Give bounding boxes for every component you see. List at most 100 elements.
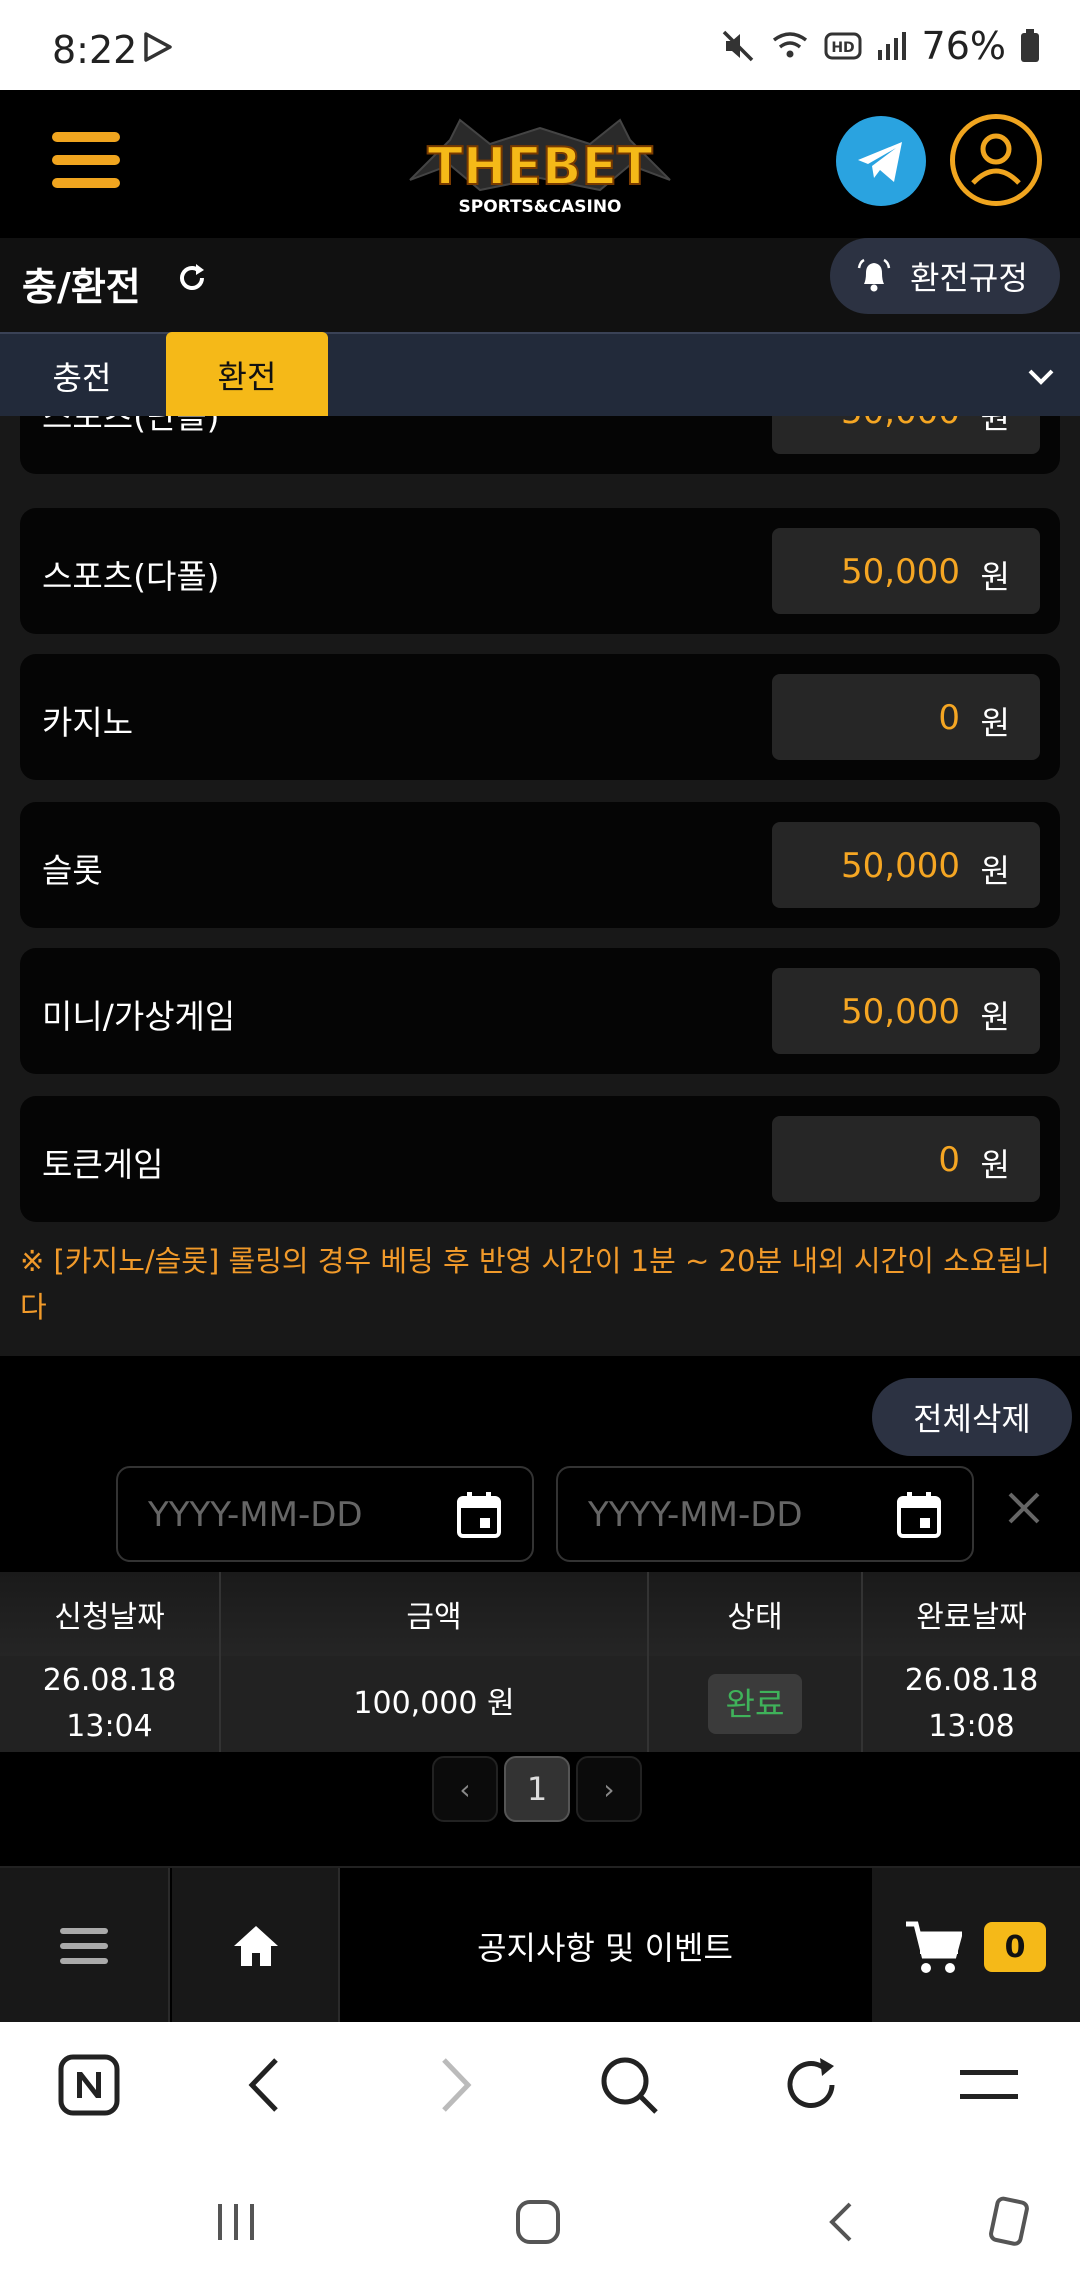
- rolling-row: 토큰게임 0 원: [20, 1096, 1060, 1222]
- page-header: 충/환전 환전규정: [0, 238, 1080, 332]
- page-title: 충/환전: [22, 265, 141, 309]
- thebet-logo[interactable]: THEBET SPORTS&CASINO: [400, 110, 680, 220]
- rolling-label: 스포츠(단폴): [42, 416, 220, 436]
- rolling-value: 0: [938, 1140, 960, 1180]
- cart-count-badge: 0: [984, 1922, 1046, 1972]
- keyboard-toggle-icon[interactable]: [986, 2196, 1030, 2246]
- tab-withdraw[interactable]: 환전: [166, 332, 328, 418]
- logo-subtext: SPORTS&CASINO: [458, 197, 621, 217]
- refresh-icon[interactable]: [174, 260, 210, 296]
- rolling-unit: 원: [980, 1146, 1010, 1184]
- rolling-label: 카지노: [42, 703, 134, 742]
- col-status: 상태: [648, 1572, 863, 1656]
- rolling-value: 50,000: [841, 416, 960, 432]
- wifi-icon: [772, 32, 807, 58]
- pagination: ‹ 1 ›: [432, 1756, 642, 1822]
- rolling-value: 50,000: [841, 846, 960, 886]
- status-time: 8:22: [52, 28, 138, 72]
- page-1-button[interactable]: 1: [504, 1756, 570, 1822]
- rolling-unit: 원: [980, 558, 1010, 596]
- play-icon: [144, 32, 172, 62]
- request-datetime: 26.08.18 13:04: [0, 1656, 221, 1752]
- status-bar: 8:22 HD 76%: [0, 0, 1080, 90]
- chevron-down-icon[interactable]: [1024, 360, 1058, 394]
- system-nav-bar: [0, 2162, 1080, 2280]
- rolling-notice: ※ [카지노/슬롯] 롤링의 경우 베팅 후 반영 시간이 1분 ~ 20분 내…: [20, 1244, 1050, 1324]
- end-date-field[interactable]: [556, 1466, 974, 1562]
- rolling-label: 미니/가상게임: [42, 997, 236, 1036]
- calendar-icon[interactable]: [896, 1490, 942, 1540]
- rolling-row: 미니/가상게임 50,000 원: [20, 948, 1060, 1074]
- col-request-date: 신청날짜: [0, 1572, 221, 1656]
- status-cell: 완료: [648, 1656, 863, 1752]
- search-icon[interactable]: [598, 2054, 660, 2116]
- rolling-list: 스포츠(단폴) 50,000 원 스포츠(다폴) 50,000 원 카지노 0 …: [0, 416, 1080, 1356]
- start-date-field[interactable]: [116, 1466, 534, 1562]
- rolling-unit: 원: [980, 852, 1010, 890]
- telegram-icon[interactable]: [836, 116, 926, 206]
- tab-deposit[interactable]: 충전: [20, 334, 144, 418]
- home-nav-icon[interactable]: [514, 2198, 562, 2246]
- status-badge: 완료: [707, 1674, 803, 1734]
- svg-text:HD: HD: [831, 40, 854, 56]
- back-icon[interactable]: [236, 2054, 296, 2116]
- rolling-value-box: 0 원: [772, 674, 1040, 760]
- rolling-row: 슬롯 50,000 원: [20, 802, 1060, 928]
- user-icon[interactable]: [950, 114, 1042, 206]
- prev-page-button[interactable]: ‹: [432, 1756, 498, 1822]
- browser-menu-icon[interactable]: [958, 2054, 1020, 2116]
- col-done-date: 완료날짜: [862, 1572, 1080, 1656]
- forward-icon[interactable]: [424, 2054, 484, 2116]
- menu-icon: [60, 1928, 108, 1964]
- home-button[interactable]: [172, 1868, 340, 2024]
- rolling-value-box: 50,000 원: [772, 528, 1040, 614]
- cart-icon: [906, 1921, 962, 1973]
- request-time: 13:04: [66, 1709, 153, 1744]
- rolling-label: 토큰게임: [42, 1145, 164, 1184]
- table-row: 26.08.18 13:04 100,000 원 완료 26.08.18 13:08: [0, 1656, 1080, 1752]
- signal-icon: [877, 32, 906, 60]
- rolling-value-box: 50,000 원: [772, 416, 1040, 454]
- close-icon[interactable]: [1004, 1488, 1044, 1528]
- rolling-value: 50,000: [841, 552, 960, 592]
- start-date-input[interactable]: [148, 1492, 438, 1538]
- recents-icon[interactable]: [214, 2200, 258, 2244]
- reload-icon[interactable]: [780, 2054, 842, 2116]
- bell-icon: [857, 258, 891, 292]
- rolling-label: 슬롯: [42, 851, 103, 890]
- history-table: 신청날짜 금액 상태 완료날짜 26.08.18 13:04 100,000 원 …: [0, 1572, 1080, 1752]
- cart-button[interactable]: 0: [872, 1868, 1080, 2024]
- battery-icon: [1021, 29, 1039, 62]
- mute-icon: [722, 30, 753, 62]
- back-nav-icon[interactable]: [820, 2198, 860, 2246]
- menu-icon[interactable]: [52, 132, 120, 192]
- rolling-row: 스포츠(다폴) 50,000 원: [20, 508, 1060, 634]
- notice-events-link[interactable]: 공지사항 및 이벤트: [340, 1868, 870, 2024]
- rolling-unit: 원: [980, 416, 1010, 436]
- exchange-rules-button[interactable]: 환전규정: [830, 238, 1060, 314]
- rolling-row: 스포츠(단폴) 50,000 원: [20, 416, 1060, 474]
- rolling-value-box: 0 원: [772, 1116, 1040, 1202]
- rolling-unit: 원: [980, 704, 1010, 742]
- request-date: 26.08.18: [42, 1663, 177, 1698]
- rolling-value: 0: [938, 698, 960, 738]
- next-page-button[interactable]: ›: [576, 1756, 642, 1822]
- rolling-value: 50,000: [841, 992, 960, 1032]
- hd-icon: HD: [824, 32, 862, 60]
- site-header: THEBET SPORTS&CASINO: [0, 90, 1080, 238]
- rolling-unit: 원: [980, 998, 1010, 1036]
- exchange-rules-label: 환전규정: [910, 259, 1028, 297]
- done-time: 13:08: [928, 1709, 1015, 1744]
- tab-bar: 충전 환전: [0, 332, 1080, 418]
- home-icon: [234, 1926, 278, 1966]
- end-date-input[interactable]: [588, 1492, 878, 1538]
- calendar-icon[interactable]: [456, 1490, 502, 1540]
- bottom-menu-button[interactable]: [0, 1868, 170, 2024]
- naver-icon[interactable]: [58, 2054, 120, 2116]
- withdraw-history: 전체삭제 신청날짜 금액 상태 완료날짜 26.08.18 13:04 100,0…: [0, 1356, 1080, 1866]
- delete-all-button[interactable]: 전체삭제: [872, 1378, 1072, 1456]
- battery-percent: 76%: [921, 24, 1006, 68]
- done-datetime: 26.08.18 13:08: [862, 1656, 1080, 1752]
- done-date: 26.08.18: [904, 1663, 1039, 1698]
- rolling-row: 카지노 0 원: [20, 654, 1060, 780]
